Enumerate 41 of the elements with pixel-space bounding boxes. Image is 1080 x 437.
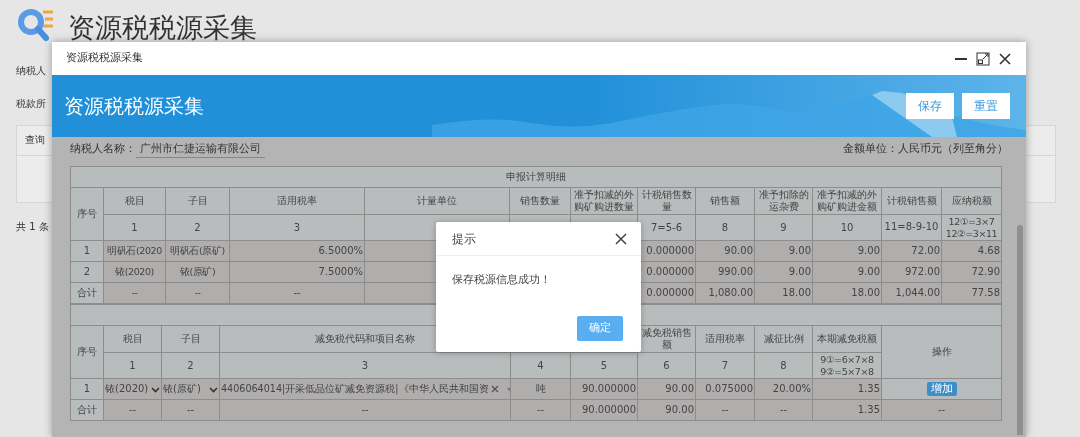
add-button[interactable]: 增加 [926,381,957,397]
record-count: 共 1 条 [16,219,49,234]
column-header: 本期减免税额 [812,325,882,353]
column-header: 操作 [881,325,1002,379]
column-header: 子目 [165,187,230,215]
table-title: 申报计算明细 [70,166,1002,188]
table-cell: 1 [70,378,104,400]
table-cell: 合计 [70,399,104,421]
maximize-icon[interactable] [976,51,990,66]
banner-title: 资源税税源采集 [64,93,204,120]
field-label: 纳税人名称： [70,140,136,157]
clear-icon[interactable] [490,385,499,393]
table-cell: -- [219,399,511,421]
reset-button[interactable]: 重置 [962,93,1010,119]
column-header: 计量单位 [364,187,510,215]
window-title: 资源税税源采集 [66,50,143,67]
page-title: 资源税税源采集 [68,11,257,45]
taxpayer-name-field: 广州市仁捷运输有限公司 [136,140,265,159]
save-button[interactable]: 保存 [906,93,954,119]
close-icon[interactable] [615,232,627,245]
field-label: 纳税人 [16,63,46,78]
column-header: 准予扣减的外购矿购进数量 [570,187,638,215]
unit-note: 金额单位：人民币元（列至角分） [843,141,1008,158]
field-label: 税款所 [16,96,46,111]
table-cell: 1 [70,240,104,262]
dialog-title: 提示 [452,230,476,248]
confirm-button[interactable]: 确定 [577,316,623,341]
column-header: 序号 [70,325,104,379]
column-header: 9①=6×7×8 9②=5×7×8 [812,352,882,379]
panel-label: 查询 [25,132,45,147]
close-icon[interactable] [998,51,1012,66]
scrollbar[interactable] [1017,225,1023,435]
column-header: 适用税率 [229,187,365,215]
column-header: 3 [229,214,365,241]
column-header: 序号 [70,187,104,241]
column-header: 3 [219,352,511,379]
table-cell: 合计 [70,282,104,304]
column-header: 10 [812,214,882,241]
dialog-message: 保存税源信息成功！ [451,272,552,288]
column-header: 准予扣减的外购矿购进金额 [812,187,882,215]
table-cell: 2 [70,261,104,283]
